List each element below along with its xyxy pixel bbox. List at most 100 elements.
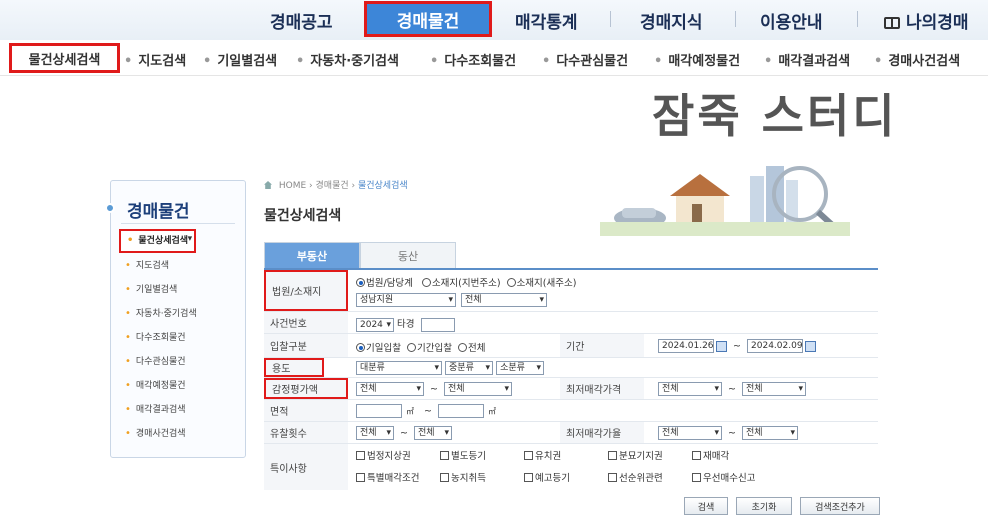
subnav-item-case-search[interactable]: • 경매사건검색 (874, 50, 960, 69)
special-option[interactable]: 예고등기 (524, 470, 608, 484)
checkbox[interactable] (356, 451, 365, 460)
sidebar-item-label: 매각결과검색 (135, 405, 186, 415)
checkbox[interactable] (440, 451, 449, 460)
special-row-1: 법정지상권 별도등기 유치권 분묘기지권 재매각 (356, 448, 776, 462)
radio-date-bid[interactable] (356, 343, 365, 352)
nav-item-label: 나의경매 (906, 13, 969, 33)
subnav-item-date-search[interactable]: • 기일별검색 (203, 50, 277, 69)
calendar-icon[interactable] (805, 340, 817, 352)
sidebar-item-case-search[interactable]: • 경매사건검색 (125, 427, 186, 441)
min-price-to-select[interactable]: 전체 (742, 382, 807, 396)
appraisal-from-select[interactable]: 전체 (356, 382, 424, 396)
checkbox[interactable] (692, 473, 701, 482)
checkbox[interactable] (608, 473, 617, 482)
special-option[interactable]: 특별매각조건 (356, 470, 440, 484)
radio-court[interactable] (356, 278, 365, 287)
radio-road-address[interactable] (506, 278, 516, 287)
subnav-item-label: 경매사건검색 (888, 54, 961, 69)
subnav-item-label: 매각결과검색 (778, 54, 851, 69)
button-label: 초기화 (751, 502, 777, 513)
special-option[interactable]: 유치권 (524, 448, 608, 462)
radio-lot-address[interactable] (421, 278, 431, 287)
radio-period-bid[interactable] (407, 343, 416, 352)
checkbox[interactable] (524, 473, 533, 482)
fail-count-from-select[interactable]: 전체 (356, 426, 394, 440)
subnav-item-label: 매각예정물건 (668, 54, 741, 69)
calendar-icon[interactable] (716, 340, 727, 352)
department-select[interactable]: 전체 (461, 293, 548, 307)
checkbox[interactable] (608, 451, 617, 460)
min-rate-to-select[interactable]: 전체 (742, 426, 799, 440)
nav-item-auction-property[interactable]: 경매물건 (364, 1, 492, 37)
special-option[interactable]: 법정지상권 (356, 448, 440, 462)
sidebar-item-most-interested[interactable]: • 다수관심물건 (125, 355, 186, 369)
sidebar-item-most-viewed[interactable]: • 다수조회물건 (125, 331, 186, 345)
subnav-item-most-viewed[interactable]: • 다수조회물건 (430, 50, 516, 69)
special-option[interactable]: 재매각 (692, 448, 776, 462)
area-to-input[interactable] (438, 404, 485, 418)
subnav-item-scheduled-sale[interactable]: • 매각예정물건 (654, 50, 740, 69)
page-title: 물건상세검색 (264, 208, 342, 224)
sidebar-item-vehicle-search[interactable]: • 자동차·중기검색 (125, 307, 197, 321)
date-to-input[interactable]: 2024.02.09 (747, 339, 804, 353)
nav-item-my-auction[interactable]: 나의경매 (884, 8, 969, 33)
nav-item-auction-knowledge[interactable]: 경매지식 (640, 8, 703, 33)
nav-item-auction-notice[interactable]: 경매공고 (270, 8, 333, 33)
special-label: 특이사항 (264, 444, 348, 490)
nav-item-usage-guide[interactable]: 이용안내 (760, 8, 823, 33)
usage-major-select[interactable]: 대분류 (356, 361, 442, 375)
breadcrumb-auction-property[interactable]: 경매물건 (316, 181, 349, 191)
min-rate-label: 최저매각가율 (560, 422, 644, 443)
special-option[interactable]: 별도등기 (440, 448, 524, 462)
subnav-item-vehicle-search[interactable]: • 자동차·중기검색 (296, 50, 399, 69)
tab-label: 부동산 (296, 249, 328, 263)
tab-movable-property[interactable]: 동산 (360, 242, 456, 268)
special-option[interactable]: 우선매수신고 (692, 470, 782, 484)
fail-count-to-select[interactable]: 전체 (414, 426, 453, 440)
nav-divider (610, 11, 611, 27)
checkbox[interactable] (440, 473, 449, 482)
top-navigation: 경매공고 경매물건 매각통계 경매지식 이용안내 나의경매 (0, 0, 988, 40)
reset-button[interactable]: 초기화 (736, 497, 792, 515)
subnav-item-most-interested[interactable]: • 다수관심물건 (542, 50, 628, 69)
case-year-select[interactable]: 2024 (356, 317, 394, 332)
sidebar-item-label: 지도검색 (135, 261, 170, 271)
search-button[interactable]: 검색 (684, 497, 728, 515)
usage-minor-select[interactable]: 소분류 (496, 361, 545, 375)
appraisal-to-select[interactable]: 전체 (444, 382, 513, 396)
nav-item-sale-statistics[interactable]: 매각통계 (515, 8, 578, 33)
special-option[interactable]: 농지취득 (440, 470, 524, 484)
appraisal-label: 감정평가액 (264, 378, 348, 399)
subnav-item-map-search[interactable]: • 지도검색 (124, 50, 186, 69)
bid-type-options: 기일입찰 기간입찰 전체 (356, 340, 485, 354)
case-number-input[interactable] (420, 317, 455, 332)
sidebar-item-detail-search[interactable]: • 물건상세검색 (119, 229, 197, 253)
subnav-item-sale-results[interactable]: • 매각결과검색 (764, 50, 850, 69)
sidebar-title: 경매물건 (127, 202, 190, 222)
sidebar-item-label: 자동차·중기검색 (135, 309, 197, 319)
min-rate-from-select[interactable]: 전체 (658, 426, 722, 440)
checkbox[interactable] (524, 451, 533, 460)
radio-all-bid[interactable] (458, 343, 467, 352)
area-from-input[interactable] (356, 404, 402, 418)
add-condition-button[interactable]: 검색조건추가 (800, 497, 880, 515)
breadcrumb-home[interactable]: HOME (279, 181, 306, 191)
sidebar-item-sale-results[interactable]: • 매각결과검색 (125, 403, 186, 417)
date-from-input[interactable]: 2024.01.26 (658, 339, 714, 353)
checkbox-label: 특별매각조건 (367, 473, 420, 484)
checkbox[interactable] (356, 473, 365, 482)
checkbox[interactable] (692, 451, 701, 460)
special-option[interactable]: 분묘기지권 (608, 448, 692, 462)
usage-middle-select[interactable]: 중분류 (445, 361, 494, 375)
building-shape (750, 176, 764, 226)
sidebar-item-map-search[interactable]: • 지도검색 (125, 259, 169, 273)
tab-real-estate[interactable]: 부동산 (264, 242, 360, 268)
court-select[interactable]: 성남지원 (356, 293, 456, 307)
sidebar-item-scheduled-sale[interactable]: • 매각예정물건 (125, 379, 186, 393)
sidebar-item-date-search[interactable]: • 기일별검색 (125, 283, 177, 297)
min-price-from-select[interactable]: 전체 (658, 382, 722, 396)
special-option[interactable]: 선순위관련 (608, 470, 692, 484)
button-label: 검색조건추가 (815, 502, 865, 513)
subnav-item-detail-search[interactable]: 물건상세검색 (9, 43, 120, 73)
court-selects: 성남지원 전체 (356, 293, 548, 307)
